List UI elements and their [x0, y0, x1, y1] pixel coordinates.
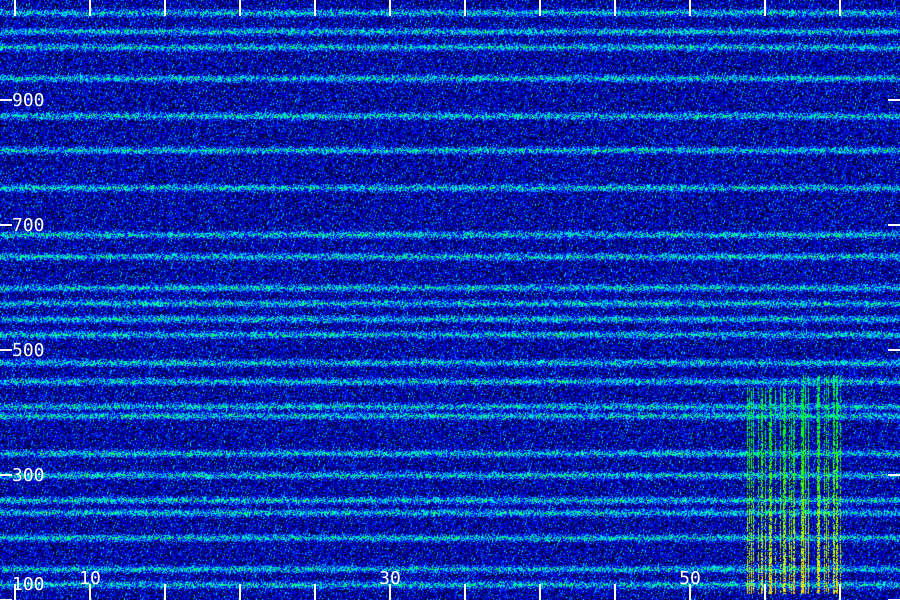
spectrogram-axes: 900 700 500 300 100 10 30 50 — [0, 0, 900, 600]
y-tick-label-700: 700 — [12, 215, 45, 236]
x-tick-label-50: 50 — [679, 568, 701, 589]
x-tick-label-10: 10 — [79, 568, 101, 589]
y-tick-label-900: 900 — [12, 90, 45, 111]
x-tick-label-30: 30 — [379, 568, 401, 589]
y-tick-label-300: 300 — [12, 465, 45, 486]
y-tick-label-500: 500 — [12, 340, 45, 361]
y-tick-label-100: 100 — [12, 574, 45, 595]
